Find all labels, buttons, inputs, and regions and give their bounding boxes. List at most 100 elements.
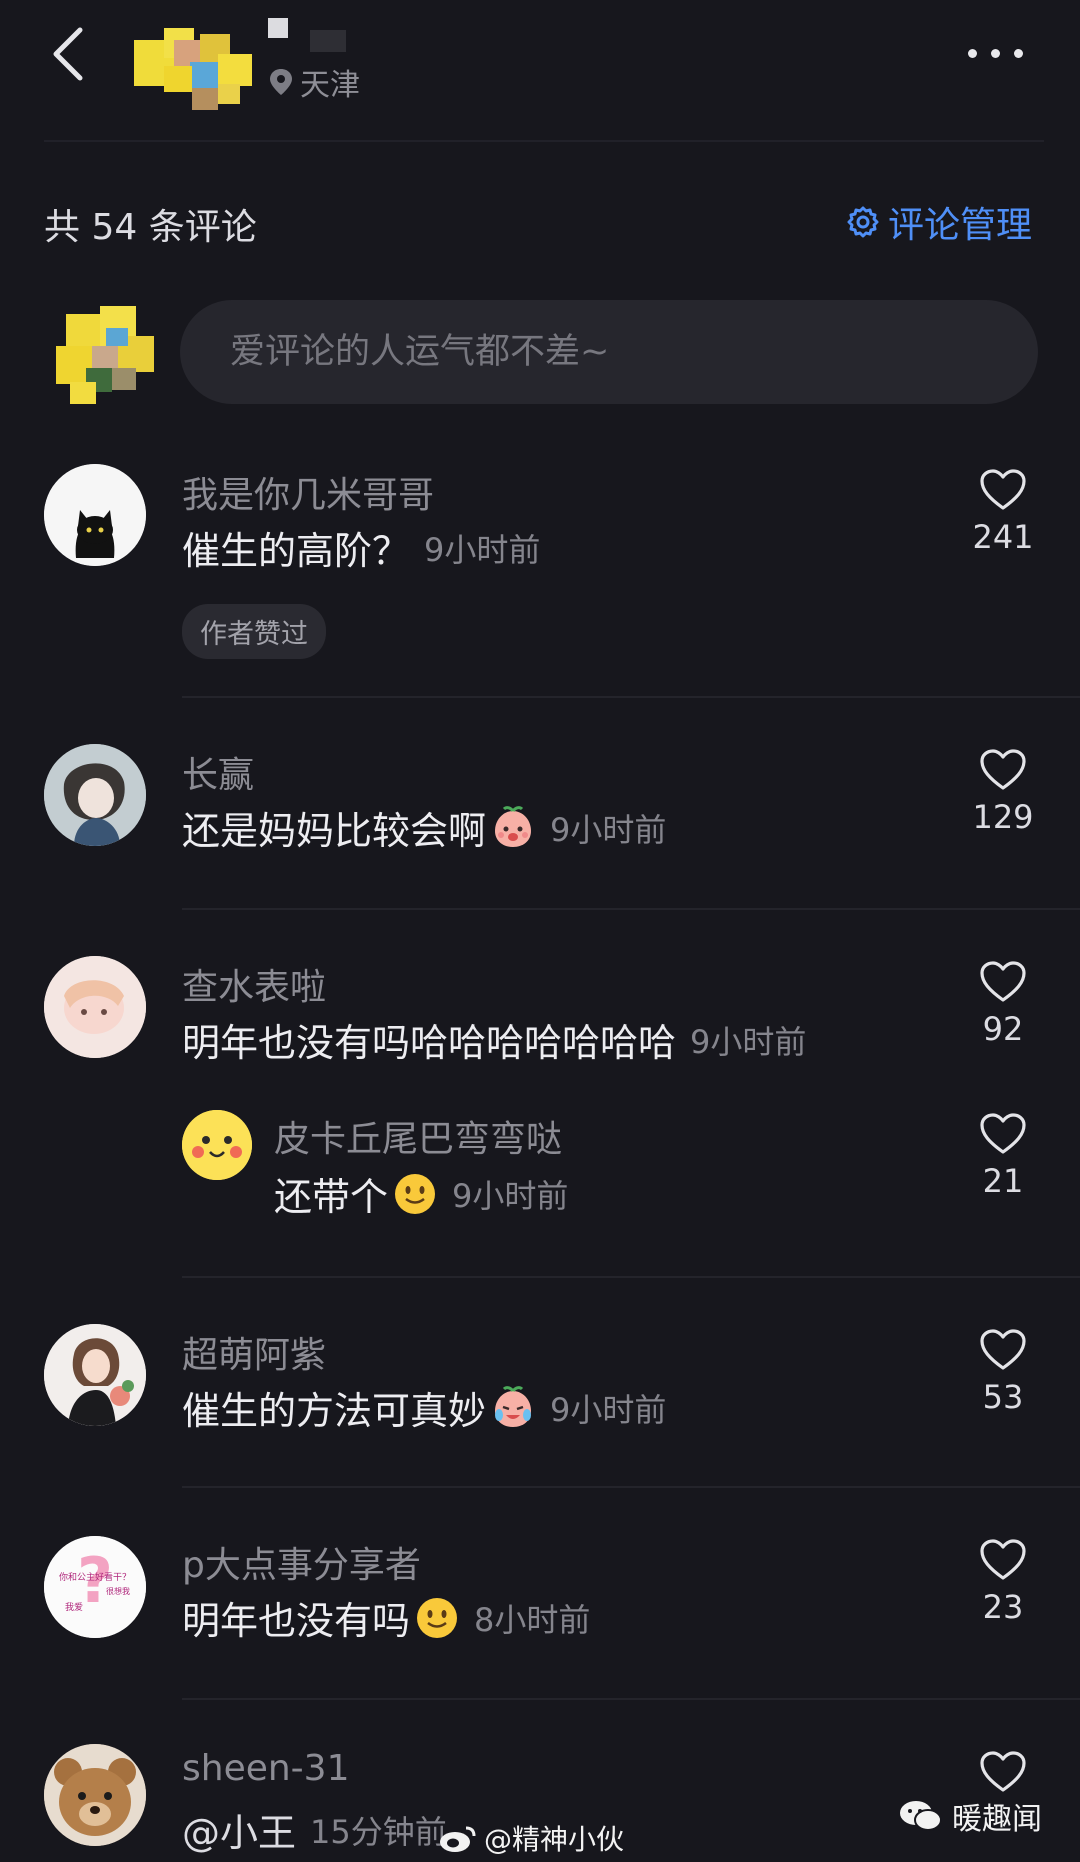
avatar[interactable] (44, 1324, 146, 1426)
back-button[interactable] (44, 22, 104, 86)
comment-input[interactable] (228, 331, 992, 373)
heart-icon (980, 749, 1026, 790)
comment-manage-button[interactable]: 评论管理 (846, 196, 1032, 248)
like-count: 92 (982, 1010, 1024, 1048)
comment-time: 15分钟前 (310, 1812, 447, 1851)
divider (182, 908, 1080, 910)
anime-girl-avatar-icon (44, 956, 146, 1058)
comment-text: 明年也没有吗哈哈哈哈哈哈哈 (182, 1021, 677, 1065)
like-button[interactable]: 241 (968, 468, 1038, 556)
illustrated-girl-avatar-icon (44, 1324, 146, 1426)
comment-body: 催生的高阶？ 9小时前 (182, 520, 540, 575)
avatar[interactable] (44, 744, 146, 846)
username-redacted (268, 18, 288, 38)
peach-shy-emoji-icon (495, 805, 532, 847)
author-liked-tag: 作者赞过 (182, 604, 326, 659)
comment-author[interactable]: sheen-31 (182, 1748, 349, 1789)
more-options-button[interactable] (968, 38, 1030, 68)
comment-input-box[interactable] (180, 300, 1038, 404)
comment-author[interactable]: 查水表啦 (182, 958, 326, 1010)
comment-author[interactable]: p大点事分享者 (182, 1536, 421, 1588)
wechat-watermark: 暖趣闻 (898, 1794, 1042, 1838)
comment-text: 催生的方法可真妙 (182, 1389, 487, 1433)
gear-icon (847, 206, 879, 238)
reply-time: 9小时前 (452, 1176, 569, 1215)
comment-body: 还是妈妈比较会啊 9小时前 (182, 800, 666, 855)
reply-avatar[interactable] (182, 1110, 252, 1180)
like-button[interactable] (968, 1750, 1038, 1794)
divider (182, 1698, 1080, 1700)
heart-icon (980, 1751, 1026, 1792)
like-count: 53 (982, 1378, 1024, 1416)
author-avatar[interactable] (134, 18, 252, 114)
comment-body: 催生的方法可真妙 9小时前 (182, 1380, 666, 1435)
comment-author[interactable]: 超萌阿紫 (182, 1326, 326, 1378)
comment-body: 明年也没有吗 8小时前 (182, 1590, 590, 1645)
header-divider (44, 140, 1044, 142)
username-redacted (310, 30, 346, 52)
reply-author[interactable]: 皮卡丘尾巴弯弯哒 (274, 1110, 562, 1162)
comment-text: 明年也没有吗 (182, 1599, 411, 1643)
wechat-watermark-text: 暖趣闻 (952, 1802, 1042, 1837)
comment-time: 8小时前 (474, 1600, 591, 1639)
comment-time: 9小时前 (550, 1390, 667, 1429)
heart-icon (980, 469, 1026, 510)
peach-crying-laugh-emoji-icon (495, 1385, 532, 1427)
weibo-watermark-text: @精神小伙 (484, 1823, 625, 1856)
location-pin-icon (270, 69, 292, 95)
wechat-logo-icon (900, 1801, 942, 1831)
like-count: 129 (972, 798, 1034, 836)
question-mark-avatar-icon: ? 你和公主好看干？ 我爱 很想我 (44, 1536, 146, 1638)
avatar[interactable] (44, 464, 146, 566)
avatar-caption: 很想我 (106, 1586, 130, 1596)
smile-emoji-icon (417, 1597, 458, 1638)
avatar-caption: 我爱 (65, 1602, 83, 1613)
comment-author[interactable]: 长赢 (182, 746, 254, 798)
comment-time: 9小时前 (424, 530, 541, 569)
comment-text: 催生的高阶？ (182, 529, 411, 573)
heart-icon (980, 1539, 1026, 1580)
avatar-caption: 你和公主好看干？ (59, 1571, 131, 1583)
reply-body: 还带个 9小时前 (274, 1166, 568, 1221)
divider (182, 696, 1080, 698)
comment-author[interactable]: 我是你几米哥哥 (182, 466, 434, 518)
avatar[interactable] (44, 1744, 146, 1846)
comment-time: 9小时前 (690, 1022, 807, 1061)
like-button[interactable]: 23 (968, 1538, 1038, 1626)
like-count: 21 (982, 1162, 1024, 1200)
like-count: 23 (982, 1588, 1024, 1626)
like-button[interactable]: 53 (968, 1328, 1038, 1416)
like-button[interactable]: 129 (968, 748, 1038, 836)
weibo-watermark: @精神小伙 (438, 1818, 624, 1858)
teddy-bear-avatar-icon (44, 1744, 146, 1846)
divider (182, 1486, 1080, 1488)
heart-icon (980, 1113, 1026, 1154)
more-dots-icon (968, 48, 977, 58)
location-text: 天津 (300, 68, 360, 103)
heart-icon (980, 1329, 1026, 1370)
like-count: 241 (972, 518, 1034, 556)
like-button[interactable]: 21 (968, 1112, 1038, 1200)
top-bar: 天津 (0, 0, 1080, 134)
anime-girl-avatar-icon (44, 744, 146, 846)
smile-emoji-icon (395, 1173, 436, 1214)
comment-text: 还是妈妈比较会啊 (182, 809, 487, 853)
black-cat-avatar-icon (44, 464, 146, 566)
location-row: 天津 (268, 60, 360, 104)
comment-manage-label: 评论管理 (887, 205, 1032, 246)
reply-text: 还带个 (274, 1175, 389, 1219)
avatar[interactable]: ? 你和公主好看干？ 我爱 很想我 (44, 1536, 146, 1638)
comment-count: 共 54 条评论 (44, 207, 257, 248)
like-button[interactable]: 92 (968, 960, 1038, 1048)
avatar[interactable] (44, 956, 146, 1058)
comment-body: @小王 15分钟前 (182, 1802, 447, 1857)
divider (182, 1276, 1080, 1278)
weibo-logo-icon (440, 1826, 476, 1852)
comment-text: @小王 (182, 1811, 297, 1855)
comment-body: 明年也没有吗哈哈哈哈哈哈哈 9小时前 (182, 1012, 806, 1067)
pikachu-avatar-icon (182, 1110, 252, 1180)
comment-time: 9小时前 (550, 810, 667, 849)
chevron-left-icon (53, 27, 83, 81)
my-avatar (56, 306, 154, 404)
heart-icon (980, 961, 1026, 1002)
